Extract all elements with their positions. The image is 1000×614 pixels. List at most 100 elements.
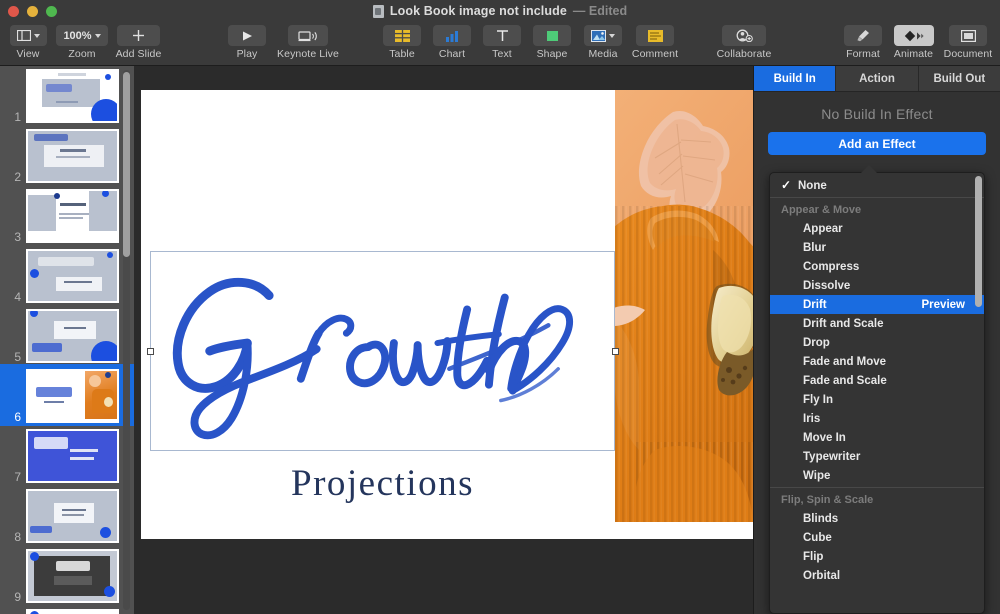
window-controls[interactable] [8,6,57,17]
menu-item-appear[interactable]: Appear [770,219,984,238]
document-page-icon [960,29,976,42]
slide-thumbnail-3[interactable]: 3 [0,184,134,246]
add-an-effect-button[interactable]: Add an Effect [768,132,986,155]
keynote-live-button-surface[interactable] [288,25,328,46]
shape-square-icon [546,30,558,41]
chart-button-surface[interactable] [433,25,471,46]
document-button-surface[interactable] [949,25,987,46]
view-panes-icon [16,30,31,41]
resize-handle-left[interactable] [147,348,154,355]
tab-action[interactable]: Action [836,66,919,91]
toolbar-animate-label: Animate [893,48,934,60]
growth-text-box[interactable] [147,251,619,451]
view-button-surface[interactable] [9,25,47,46]
keynote-window: Look Book image not include — Edited Vie… [0,0,1000,614]
add-slide-button-surface[interactable] [117,25,160,46]
thumbnail-image [26,249,119,303]
inspector-tab-bar: Build In Action Build Out [754,66,1000,92]
slide-thumbnail-1[interactable]: 1 [0,66,134,126]
tab-build-out[interactable]: Build Out [919,66,1000,91]
slide-thumbnail-5[interactable]: 5 [0,304,134,366]
menu-divider [770,197,984,198]
toolbar-animate-button[interactable]: Animate [889,25,938,60]
toolbar-keynote-live-button[interactable]: Keynote Live [275,25,341,60]
thumbnail-image [26,189,119,243]
menu-item-typewriter[interactable]: Typewriter [770,447,984,466]
slide-thumbnail-6[interactable]: 6 [0,364,134,426]
toolbar-shape-button[interactable]: Shape [530,25,574,60]
menu-item-compress[interactable]: Compress [770,257,984,276]
toolbar-collaborate-label: Collaborate [716,48,772,60]
slide-thumbnail-10[interactable]: 10 [0,604,134,614]
text-button-surface[interactable] [483,25,521,46]
toolbar-format-button[interactable]: Format [841,25,885,60]
menu-item-blur[interactable]: Blur [770,238,984,257]
format-brush-icon [857,30,869,42]
menu-item-flip[interactable]: Flip [770,547,984,566]
tab-build-in[interactable]: Build In [754,66,837,91]
media-button-surface[interactable] [584,25,622,46]
toolbar-zoom-button[interactable]: 100% Zoom [56,25,108,60]
menu-item-blinds[interactable]: Blinds [770,509,984,528]
zoom-button-surface[interactable]: 100% [56,25,108,46]
slide-subtitle[interactable]: Projections [150,462,615,505]
effect-dropdown-menu[interactable]: ✓ None Appear & Move Appear Blur Compres… [769,172,985,614]
table-grid-icon [394,29,410,42]
keynote-live-icon [298,30,317,41]
slide-thumbnail-2[interactable]: 2 [0,124,134,186]
menu-item-none[interactable]: ✓ None [770,176,984,195]
toolbar-play-button[interactable]: Play [226,25,268,60]
animate-button-surface[interactable] [893,25,934,46]
maximize-button[interactable] [46,6,57,17]
menu-item-drift[interactable]: Drift Preview [770,295,984,314]
collaborate-person-icon [736,29,753,42]
minimize-button[interactable] [27,6,38,17]
navigator-scrollbar-thumb[interactable] [123,72,130,257]
slide-thumbnail-9[interactable]: 9 [0,544,134,606]
collaborate-button-surface[interactable] [722,25,766,46]
chevron-down-icon [33,33,40,38]
slide-canvas[interactable]: Projections [141,90,760,539]
toolbar-media-button[interactable]: Media [580,25,626,60]
toolbar-text-button[interactable]: Text [482,25,522,60]
toolbar-table-button[interactable]: Table [381,25,423,60]
format-button-surface[interactable] [844,25,882,46]
close-button[interactable] [8,6,19,17]
slide-thumbnail-4[interactable]: 4 [0,244,134,306]
menu-item-fade-and-scale[interactable]: Fade and Scale [770,371,984,390]
slide-thumbnail-7[interactable]: 7 [0,424,134,486]
preview-label[interactable]: Preview [922,299,965,311]
menu-item-fly-in[interactable]: Fly In [770,390,984,409]
menu-item-cube[interactable]: Cube [770,528,984,547]
menu-item-iris[interactable]: Iris [770,409,984,428]
toolbar-add-slide-button[interactable]: Add Slide [112,25,165,60]
menu-scrollbar[interactable] [975,176,982,612]
toolbar-comment-button[interactable]: Comment [628,25,682,60]
menu-item-dissolve[interactable]: Dissolve [770,276,984,295]
menu-item-move-in[interactable]: Move In [770,428,984,447]
slide-navigator[interactable]: 1 2 3 4 5 6 7 8 9 [0,66,134,614]
play-button-surface[interactable] [228,25,266,46]
slide-thumbnail-8[interactable]: 8 [0,484,134,546]
menu-item-drift-and-scale[interactable]: Drift and Scale [770,314,984,333]
slide-photo-orange-sweater[interactable] [615,90,760,522]
menu-item-fade-and-move[interactable]: Fade and Move [770,352,984,371]
text-t-icon [496,30,508,41]
menu-item-orbital[interactable]: Orbital [770,566,984,585]
menu-item-wipe[interactable]: Wipe [770,466,984,485]
toolbar-media-label: Media [588,48,618,60]
toolbar-chart-button[interactable]: Chart [431,25,473,60]
toolbar-collaborate-button[interactable]: Collaborate [708,25,780,60]
menu-item-drop[interactable]: Drop [770,333,984,352]
toolbar-document-button[interactable]: Document [941,25,995,60]
toolbar-view-button[interactable]: View [6,25,50,60]
table-button-surface[interactable] [383,25,421,46]
comment-button-surface[interactable] [636,25,674,46]
shape-button-surface[interactable] [533,25,571,46]
menu-scrollbar-thumb[interactable] [975,176,982,307]
resize-handle-right[interactable] [612,348,619,355]
toolbar-comment-label: Comment [631,48,679,60]
navigator-scrollbar[interactable] [123,70,130,610]
menu-item-label: None [798,179,827,192]
media-photo-icon [591,29,606,42]
